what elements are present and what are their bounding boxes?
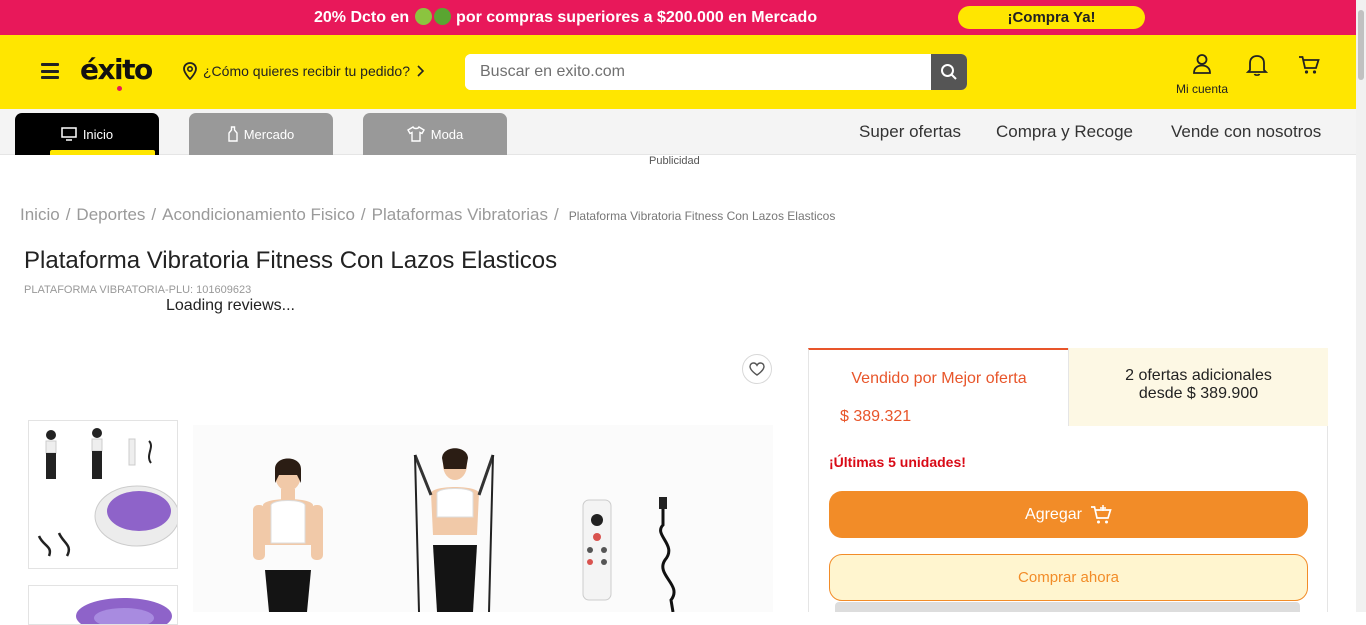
purchase-panel: ¡Últimas 5 unidades! Agregar Comprar aho… — [808, 426, 1328, 612]
account-label: Mi cuenta — [1175, 82, 1229, 96]
product-image — [193, 425, 773, 612]
breadcrumb-separator: / — [65, 205, 71, 224]
shirt-icon — [406, 126, 425, 142]
product-plu: PLATAFORMA VIBRATORIA-PLU: 101609623 — [24, 284, 252, 296]
additional-offers-price: desde $ 389.900 — [1138, 385, 1259, 402]
product-title: Plataforma Vibratoria Fitness Con Lazos … — [24, 247, 558, 274]
breadcrumb-separator: / — [360, 205, 366, 224]
tab-mercado[interactable]: Mercado — [189, 113, 333, 155]
product-main-image[interactable] — [193, 425, 773, 612]
chevron-right-icon — [417, 65, 425, 77]
tab-mercado-label: Mercado — [243, 126, 295, 142]
cart-button[interactable] — [1298, 55, 1320, 80]
add-to-cart-button[interactable]: Agregar — [829, 491, 1308, 538]
ad-label: Publicidad — [649, 155, 700, 167]
lime-icon — [414, 8, 432, 25]
breadcrumb-link[interactable]: Plataformas Vibratorias — [372, 205, 548, 224]
delivery-selector[interactable]: ¿Cómo quieres recibir tu pedido? — [182, 62, 425, 80]
next-section-edge — [835, 602, 1300, 612]
main-navigation: Inicio Mercado Moda Super ofertas Compra… — [0, 109, 1356, 155]
breadcrumb-link[interactable]: Acondicionamiento Fisico — [162, 205, 355, 224]
add-to-cart-label: Agregar — [1025, 505, 1082, 523]
breadcrumb-current: Plataforma Vibratoria Fitness Con Lazos … — [568, 209, 836, 223]
nav-vende-con-nosotros[interactable]: Vende con nosotros — [1171, 122, 1321, 142]
bottle-icon — [228, 126, 238, 142]
site-header: éxito ¿Cómo quieres recibir tu pedido? M… — [0, 35, 1356, 109]
delivery-prompt: ¿Cómo quieres recibir tu pedido? — [203, 63, 410, 79]
user-icon — [1193, 54, 1211, 74]
tab-additional-offers[interactable]: 2 ofertas adicionales desde $ 389.900 — [1068, 348, 1328, 426]
stock-warning: ¡Últimas 5 unidades! — [829, 454, 966, 470]
product-thumbnail-image — [29, 421, 177, 568]
breadcrumb-link[interactable]: Deportes — [76, 205, 145, 224]
nav-compra-y-recoge[interactable]: Compra y Recoge — [996, 122, 1133, 142]
promo-banner[interactable]: 20% Dcto en por compras superiores a $20… — [0, 0, 1356, 35]
tab-inicio-label: Inicio — [82, 126, 114, 142]
additional-offers-count: 2 ofertas adicionales — [1125, 367, 1272, 384]
breadcrumb: Inicio / Deportes / Acondicionamiento Fisico… — [20, 205, 835, 225]
reviews-loading: Loading reviews... — [166, 297, 295, 314]
exito-logo[interactable]: éxito — [80, 53, 153, 86]
breadcrumb-link[interactable]: Inicio — [20, 205, 60, 224]
product-thumbnail[interactable] — [28, 585, 178, 625]
scrollbar-thumb[interactable] — [1358, 10, 1364, 80]
nav-super-ofertas[interactable]: Super ofertas — [859, 122, 961, 142]
heart-icon — [749, 362, 765, 376]
search-button[interactable] — [931, 54, 967, 90]
promo-cta-button[interactable]: ¡Compra Ya! — [958, 6, 1145, 29]
product-thumbnail-image — [29, 586, 177, 624]
search-input[interactable] — [465, 54, 931, 90]
menu-icon[interactable] — [41, 63, 59, 79]
tab-moda-label: Moda — [430, 126, 464, 142]
breadcrumb-separator: / — [151, 205, 157, 224]
logo-dot — [117, 86, 122, 91]
monitor-icon — [61, 127, 77, 141]
bell-icon — [1245, 55, 1269, 76]
cart-plus-icon — [1090, 504, 1112, 523]
search-icon — [941, 64, 957, 80]
promo-text: 20% Dcto en por compras superiores a $20… — [314, 8, 817, 27]
buy-now-button[interactable]: Comprar ahora — [829, 554, 1308, 601]
tab-moda[interactable]: Moda — [363, 113, 507, 155]
search-bar — [465, 54, 967, 90]
wishlist-button[interactable] — [742, 354, 772, 384]
breadcrumb-separator: / — [554, 205, 559, 224]
notifications-button[interactable] — [1245, 53, 1269, 82]
product-thumbnail[interactable] — [28, 420, 178, 569]
tab-inicio[interactable]: Inicio — [15, 113, 159, 155]
promo-text-before: 20% Dcto en — [314, 9, 410, 26]
active-tab-indicator — [50, 150, 155, 155]
location-pin-icon — [183, 62, 197, 80]
promo-text-after: por compras superiores a $200.000 en Mer… — [456, 9, 818, 26]
cart-icon — [1299, 56, 1320, 74]
seller-name: Vendido por Mejor oferta — [851, 370, 1027, 387]
account-button[interactable]: Mi cuenta — [1170, 53, 1234, 96]
tab-seller-best-offer[interactable]: Vendido por Mejor oferta $ 389.321 — [808, 348, 1068, 426]
avocado-icon — [433, 8, 451, 25]
seller-tabs: Vendido por Mejor oferta $ 389.321 2 ofe… — [808, 348, 1328, 426]
seller-price: $ 389.321 — [840, 408, 912, 425]
page-scrollbar[interactable] — [1356, 0, 1366, 612]
